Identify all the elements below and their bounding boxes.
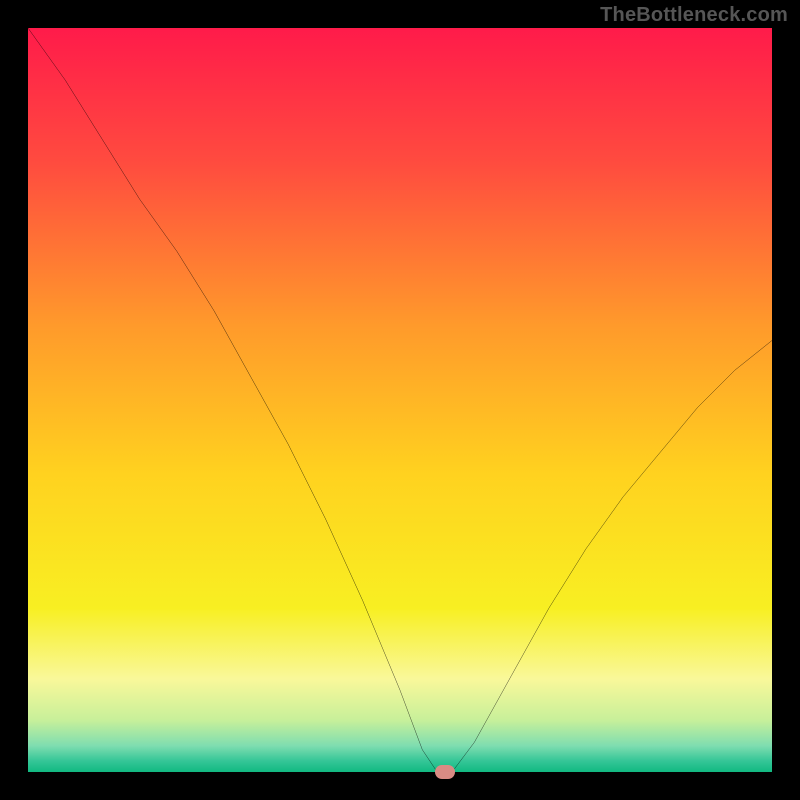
bottleneck-curve-plot: [28, 28, 772, 772]
bottleneck-chart-frame: TheBottleneck.com: [0, 0, 800, 800]
optimal-marker-icon: [435, 765, 455, 779]
watermark-text: TheBottleneck.com: [600, 4, 788, 27]
heat-gradient-background: [28, 28, 772, 772]
